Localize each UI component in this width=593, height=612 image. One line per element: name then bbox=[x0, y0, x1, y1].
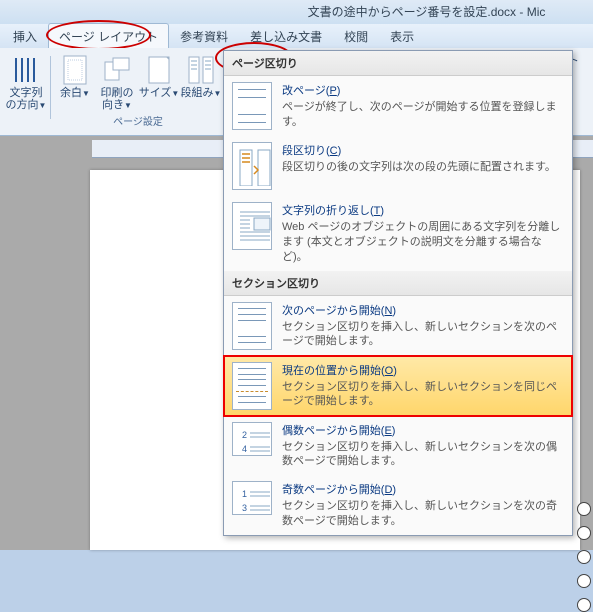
tab-insert[interactable]: 挿入 bbox=[2, 23, 48, 50]
title-bar: 文書の途中からページ番号を設定.docx - Mic bbox=[0, 0, 593, 24]
text-direction-button[interactable]: 文字列の方向▼ bbox=[5, 52, 47, 111]
text-wrap-icon bbox=[232, 202, 272, 250]
menu-item-even-page[interactable]: 24 偶数ページから開始(E) セクション区切りを挿入し、新しいセクションを次の… bbox=[224, 416, 572, 476]
tab-view[interactable]: 表示 bbox=[379, 23, 425, 50]
page-break-icon bbox=[232, 82, 272, 130]
menu-item-odd-page[interactable]: 13 奇数ページから開始(D) セクション区切りを挿入し、新しいセクションを次の… bbox=[224, 475, 572, 535]
columns-button[interactable]: 段組み▼ bbox=[180, 52, 222, 111]
tab-page-layout[interactable]: ページ レイアウト bbox=[48, 23, 169, 50]
menu-header-section-breaks: セクション区切り bbox=[224, 271, 572, 296]
margins-button[interactable]: 余白▼ bbox=[54, 52, 96, 111]
columns-icon bbox=[185, 54, 217, 86]
menu-header-page-breaks: ページ区切り bbox=[224, 51, 572, 76]
even-page-icon: 24 bbox=[232, 422, 272, 456]
svg-text:4: 4 bbox=[242, 444, 247, 452]
menu-item-next-page[interactable]: 次のページから開始(N) セクション区切りを挿入し、新しいセクションを次のページ… bbox=[224, 296, 572, 356]
size-button[interactable]: サイズ▼ bbox=[138, 52, 180, 111]
annotation-option-circles bbox=[577, 502, 591, 612]
window-title: 文書の途中からページ番号を設定.docx - Mic bbox=[308, 5, 546, 19]
svg-text:2: 2 bbox=[242, 430, 247, 440]
odd-page-icon: 13 bbox=[232, 481, 272, 515]
page-setup-group-label: ページ設定 bbox=[113, 113, 163, 128]
next-page-icon bbox=[232, 302, 272, 350]
continuous-icon bbox=[232, 362, 272, 410]
size-icon bbox=[143, 54, 175, 86]
ribbon-tabs: 挿入 ページ レイアウト 参考資料 差し込み文書 校閲 表示 bbox=[0, 24, 593, 48]
orientation-icon bbox=[101, 54, 133, 86]
margins-icon bbox=[59, 54, 91, 86]
menu-item-column-break[interactable]: 段区切り(C) 段区切りの後の文字列は次の段の先頭に配置されます。 bbox=[224, 136, 572, 196]
breaks-dropdown: ページ区切り 改ページ(P) ページが終了し、次のページが開始する位置を登録しま… bbox=[223, 50, 573, 536]
orientation-button[interactable]: 印刷の向き▼ bbox=[96, 52, 138, 111]
column-break-icon bbox=[232, 142, 272, 190]
tab-review[interactable]: 校閲 bbox=[333, 23, 379, 50]
text-direction-icon bbox=[10, 54, 42, 86]
tab-mailings[interactable]: 差し込み文書 bbox=[239, 23, 333, 50]
svg-text:1: 1 bbox=[242, 489, 247, 499]
menu-item-continuous[interactable]: 現在の位置から開始(O) セクション区切りを挿入し、新しいセクションを同じページ… bbox=[223, 355, 573, 417]
tab-references[interactable]: 参考資料 bbox=[169, 23, 239, 50]
menu-item-text-wrap[interactable]: 文字列の折り返し(T) Web ページのオブジェクトの周囲にある文字列を分離しま… bbox=[224, 196, 572, 271]
menu-item-page-break[interactable]: 改ページ(P) ページが終了し、次のページが開始する位置を登録します。 bbox=[224, 76, 572, 136]
svg-text:3: 3 bbox=[242, 503, 247, 511]
